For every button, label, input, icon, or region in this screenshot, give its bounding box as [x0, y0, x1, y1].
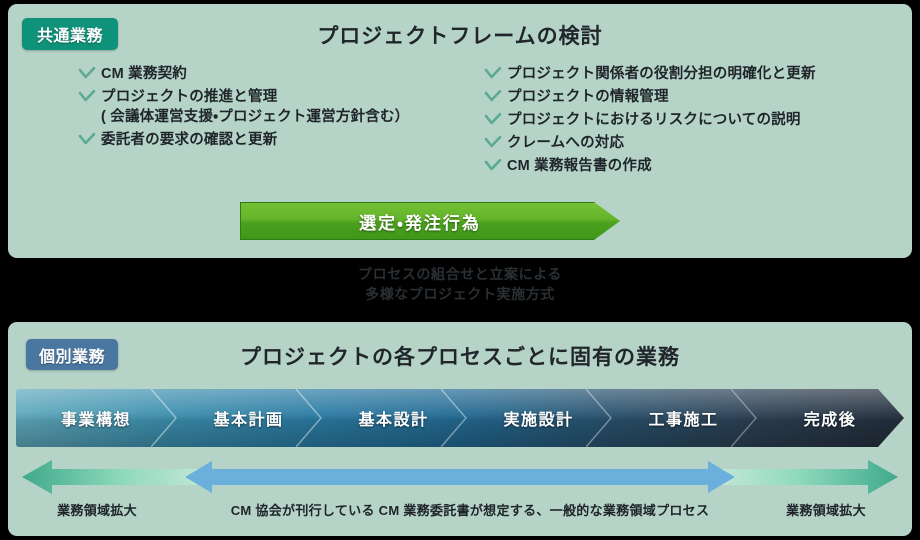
- process-stage-label: 工事施工: [648, 412, 719, 429]
- list-item-label: プロジェクト関係者の役割分担の明確化と更新: [507, 66, 816, 82]
- process-stage-label: 事業構想: [60, 412, 131, 429]
- check-icon: [78, 88, 96, 108]
- check-icon: [484, 65, 502, 85]
- diagram-canvas: 共通業務 プロジェクトフレームの検討 CM 業務契約 プロジェクトの推進と管理 …: [0, 0, 920, 540]
- list-item: CM 業務報告書の作成: [484, 156, 904, 176]
- list-item: プロジェクトにおけるリスクについての説明: [484, 110, 904, 130]
- scope-arrow-center: [185, 461, 735, 493]
- list-item-label: プロジェクトの推進と管理 ( 会議体運営支援・プロジェクト運営方針含む）: [101, 89, 410, 125]
- scope-caption-left: 業務領域拡大: [57, 503, 137, 518]
- list-item-label: プロジェクトの情報管理: [507, 89, 669, 105]
- scope-arrow-left: [22, 460, 205, 494]
- scope-caption-right: 業務領域拡大: [786, 503, 866, 518]
- selection-order-arrow: 選定・発注行為: [240, 202, 620, 240]
- scope-caption-center: CM 協会が刊行している CM 業務委託書が想定する、一般的な業務領域プロセス: [230, 503, 710, 518]
- process-stage-label: 実施設計: [503, 412, 574, 429]
- selection-order-label: 選定・発注行為: [359, 213, 481, 233]
- process-stage-2[interactable]: 基本設計: [321, 389, 467, 447]
- check-icon: [78, 65, 96, 85]
- list-item: プロジェクトの推進と管理 ( 会議体運営支援・プロジェクト運営方針含む）: [78, 87, 478, 127]
- chevron-divider-icon: [151, 389, 177, 447]
- list-item: クレームへの対応: [484, 133, 904, 153]
- check-icon: [484, 157, 502, 177]
- process-stage-label: 基本設計: [358, 412, 429, 429]
- list-item: プロジェクト関係者の役割分担の明確化と更新: [484, 64, 904, 84]
- list-item: 委託者の要求の確認と更新: [78, 130, 478, 150]
- list-item-label: クレームへの対応: [507, 135, 625, 151]
- common-tasks-list-right: プロジェクト関係者の役割分担の明確化と更新 プロジェクトの情報管理 プロジェクト…: [484, 64, 904, 179]
- list-item: CM 業務契約: [78, 64, 478, 84]
- process-combination-note: プロセスの組合せと立案による 多様なプロジェクト実施方式: [358, 266, 562, 302]
- chevron-divider-icon: [296, 389, 322, 447]
- process-stage-3[interactable]: 実施設計: [466, 389, 612, 447]
- process-stage-4[interactable]: 工事施工: [611, 389, 757, 447]
- list-item-label: プロジェクトにおけるリスクについての説明: [507, 112, 801, 128]
- process-stage-label: 完成後: [803, 412, 857, 429]
- check-icon: [484, 88, 502, 108]
- check-icon: [484, 134, 502, 154]
- scope-arrow-right: [718, 460, 898, 494]
- chevron-divider-icon: [441, 389, 467, 447]
- chevron-divider-icon: [586, 389, 612, 447]
- common-tasks-list-left: CM 業務契約 プロジェクトの推進と管理 ( 会議体運営支援・プロジェクト運営方…: [78, 64, 478, 153]
- chevron-divider-icon: [731, 389, 757, 447]
- process-stage-0[interactable]: 事業構想: [16, 389, 177, 447]
- list-item: プロジェクトの情報管理: [484, 87, 904, 107]
- individual-tasks-title: プロジェクトの各プロセスごとに固有の業務: [240, 346, 680, 369]
- process-stage-5[interactable]: 完成後: [756, 389, 904, 447]
- process-stage-label: 基本計画: [213, 412, 284, 429]
- scope-arrows-group: [0, 457, 920, 497]
- list-item-label: CM 業務報告書の作成: [507, 158, 652, 174]
- common-tasks-title: プロジェクトフレームの検討: [317, 25, 603, 48]
- check-icon: [484, 111, 502, 131]
- list-item-label: 委託者の要求の確認と更新: [101, 132, 278, 148]
- list-item-label: CM 業務契約: [101, 66, 187, 82]
- process-stage-bar: 事業構想 基本計画 基本設計 実施設計 工事施工 完成後: [16, 389, 904, 447]
- process-stage-1[interactable]: 基本計画: [176, 389, 322, 447]
- check-icon: [78, 131, 96, 151]
